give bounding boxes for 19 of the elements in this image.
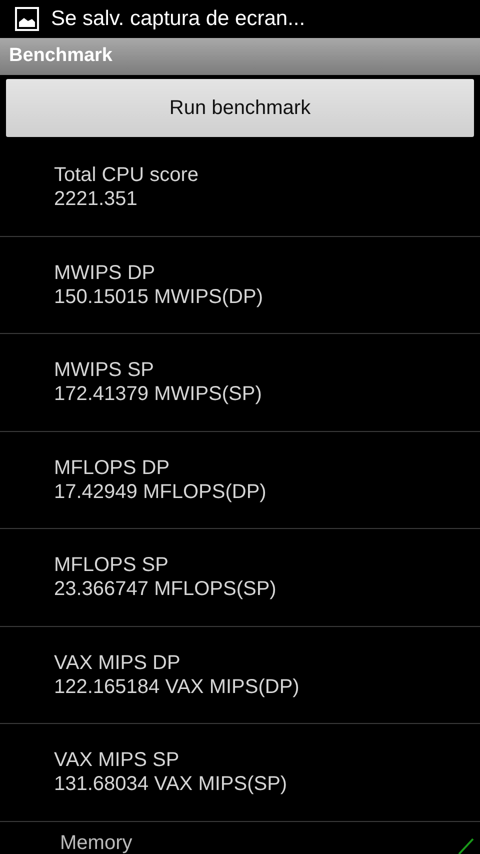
run-benchmark-button[interactable]: Run benchmark [6,79,474,137]
result-value: 17.42949 MFLOPS(DP) [54,480,268,504]
result-value: 131.68034 VAX MIPS(SP) [54,772,288,796]
result-label: MWIPS DP [54,260,156,285]
result-value: 172.41379 MWIPS(SP) [54,382,263,406]
result-label: MFLOPS SP [54,553,170,578]
result-label: VAX MIPS SP [54,748,180,772]
result-label: MFLOPS DP [54,456,171,480]
result-value: 23.366747 MFLOPS(SP) [54,577,278,602]
notification-text: Se salv. captura de ecran... [51,6,306,32]
app-title: Benchmark [9,44,112,68]
result-label: VAX MIPS DP [54,650,182,675]
result-label: MWIPS SP [54,358,156,382]
picture-icon [15,7,39,31]
section-label: Memory [60,832,132,854]
result-value: 2221.351 [54,187,138,212]
result-label: Total CPU score [54,163,200,188]
result-value: 150.15015 MWIPS(DP) [54,284,264,309]
result-value: 122.165184 VAX MIPS(DP) [54,674,300,699]
